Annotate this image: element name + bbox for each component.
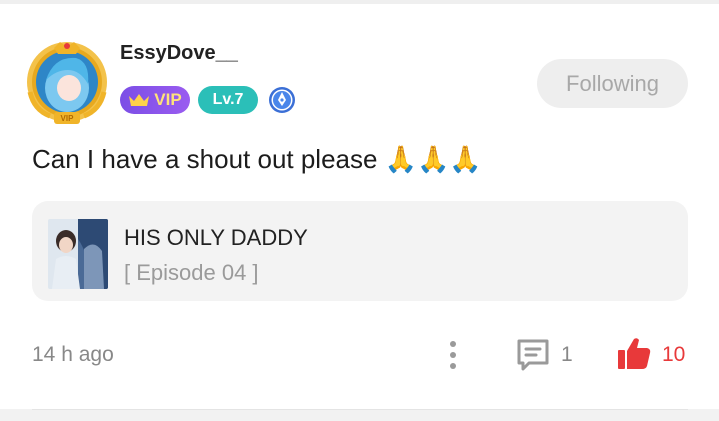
comment-count[interactable]: 1: [561, 343, 573, 367]
book-title: HIS ONLY DADDY: [124, 225, 308, 250]
top-divider: [0, 0, 719, 4]
comment-icon[interactable]: [515, 337, 551, 373]
username[interactable]: EssyDove__: [120, 42, 238, 65]
crown-icon: [129, 94, 150, 106]
pen-badge-icon: [268, 86, 296, 114]
level-badge: Lv.7: [198, 86, 258, 114]
book-cover: [48, 219, 108, 289]
bottom-divider-band: [0, 409, 719, 421]
vip-badge: VIP: [120, 86, 190, 114]
book-card[interactable]: HIS ONLY DADDY [ Episode 04 ]: [32, 201, 688, 301]
book-episode: [ Episode 04 ]: [124, 260, 259, 285]
thumbs-up-icon[interactable]: [615, 335, 653, 373]
following-button[interactable]: Following: [537, 59, 688, 108]
bottom-divider-line: [32, 409, 688, 410]
like-count[interactable]: 10: [662, 343, 685, 367]
post-text: Can I have a shout out please 🙏🙏🙏: [32, 144, 482, 174]
svg-text:VIP: VIP: [61, 114, 75, 123]
vip-label: VIP: [154, 90, 182, 109]
post-timestamp: 14 h ago: [32, 343, 114, 366]
more-vertical-icon[interactable]: [444, 338, 462, 372]
user-avatar[interactable]: VIP: [24, 40, 112, 126]
